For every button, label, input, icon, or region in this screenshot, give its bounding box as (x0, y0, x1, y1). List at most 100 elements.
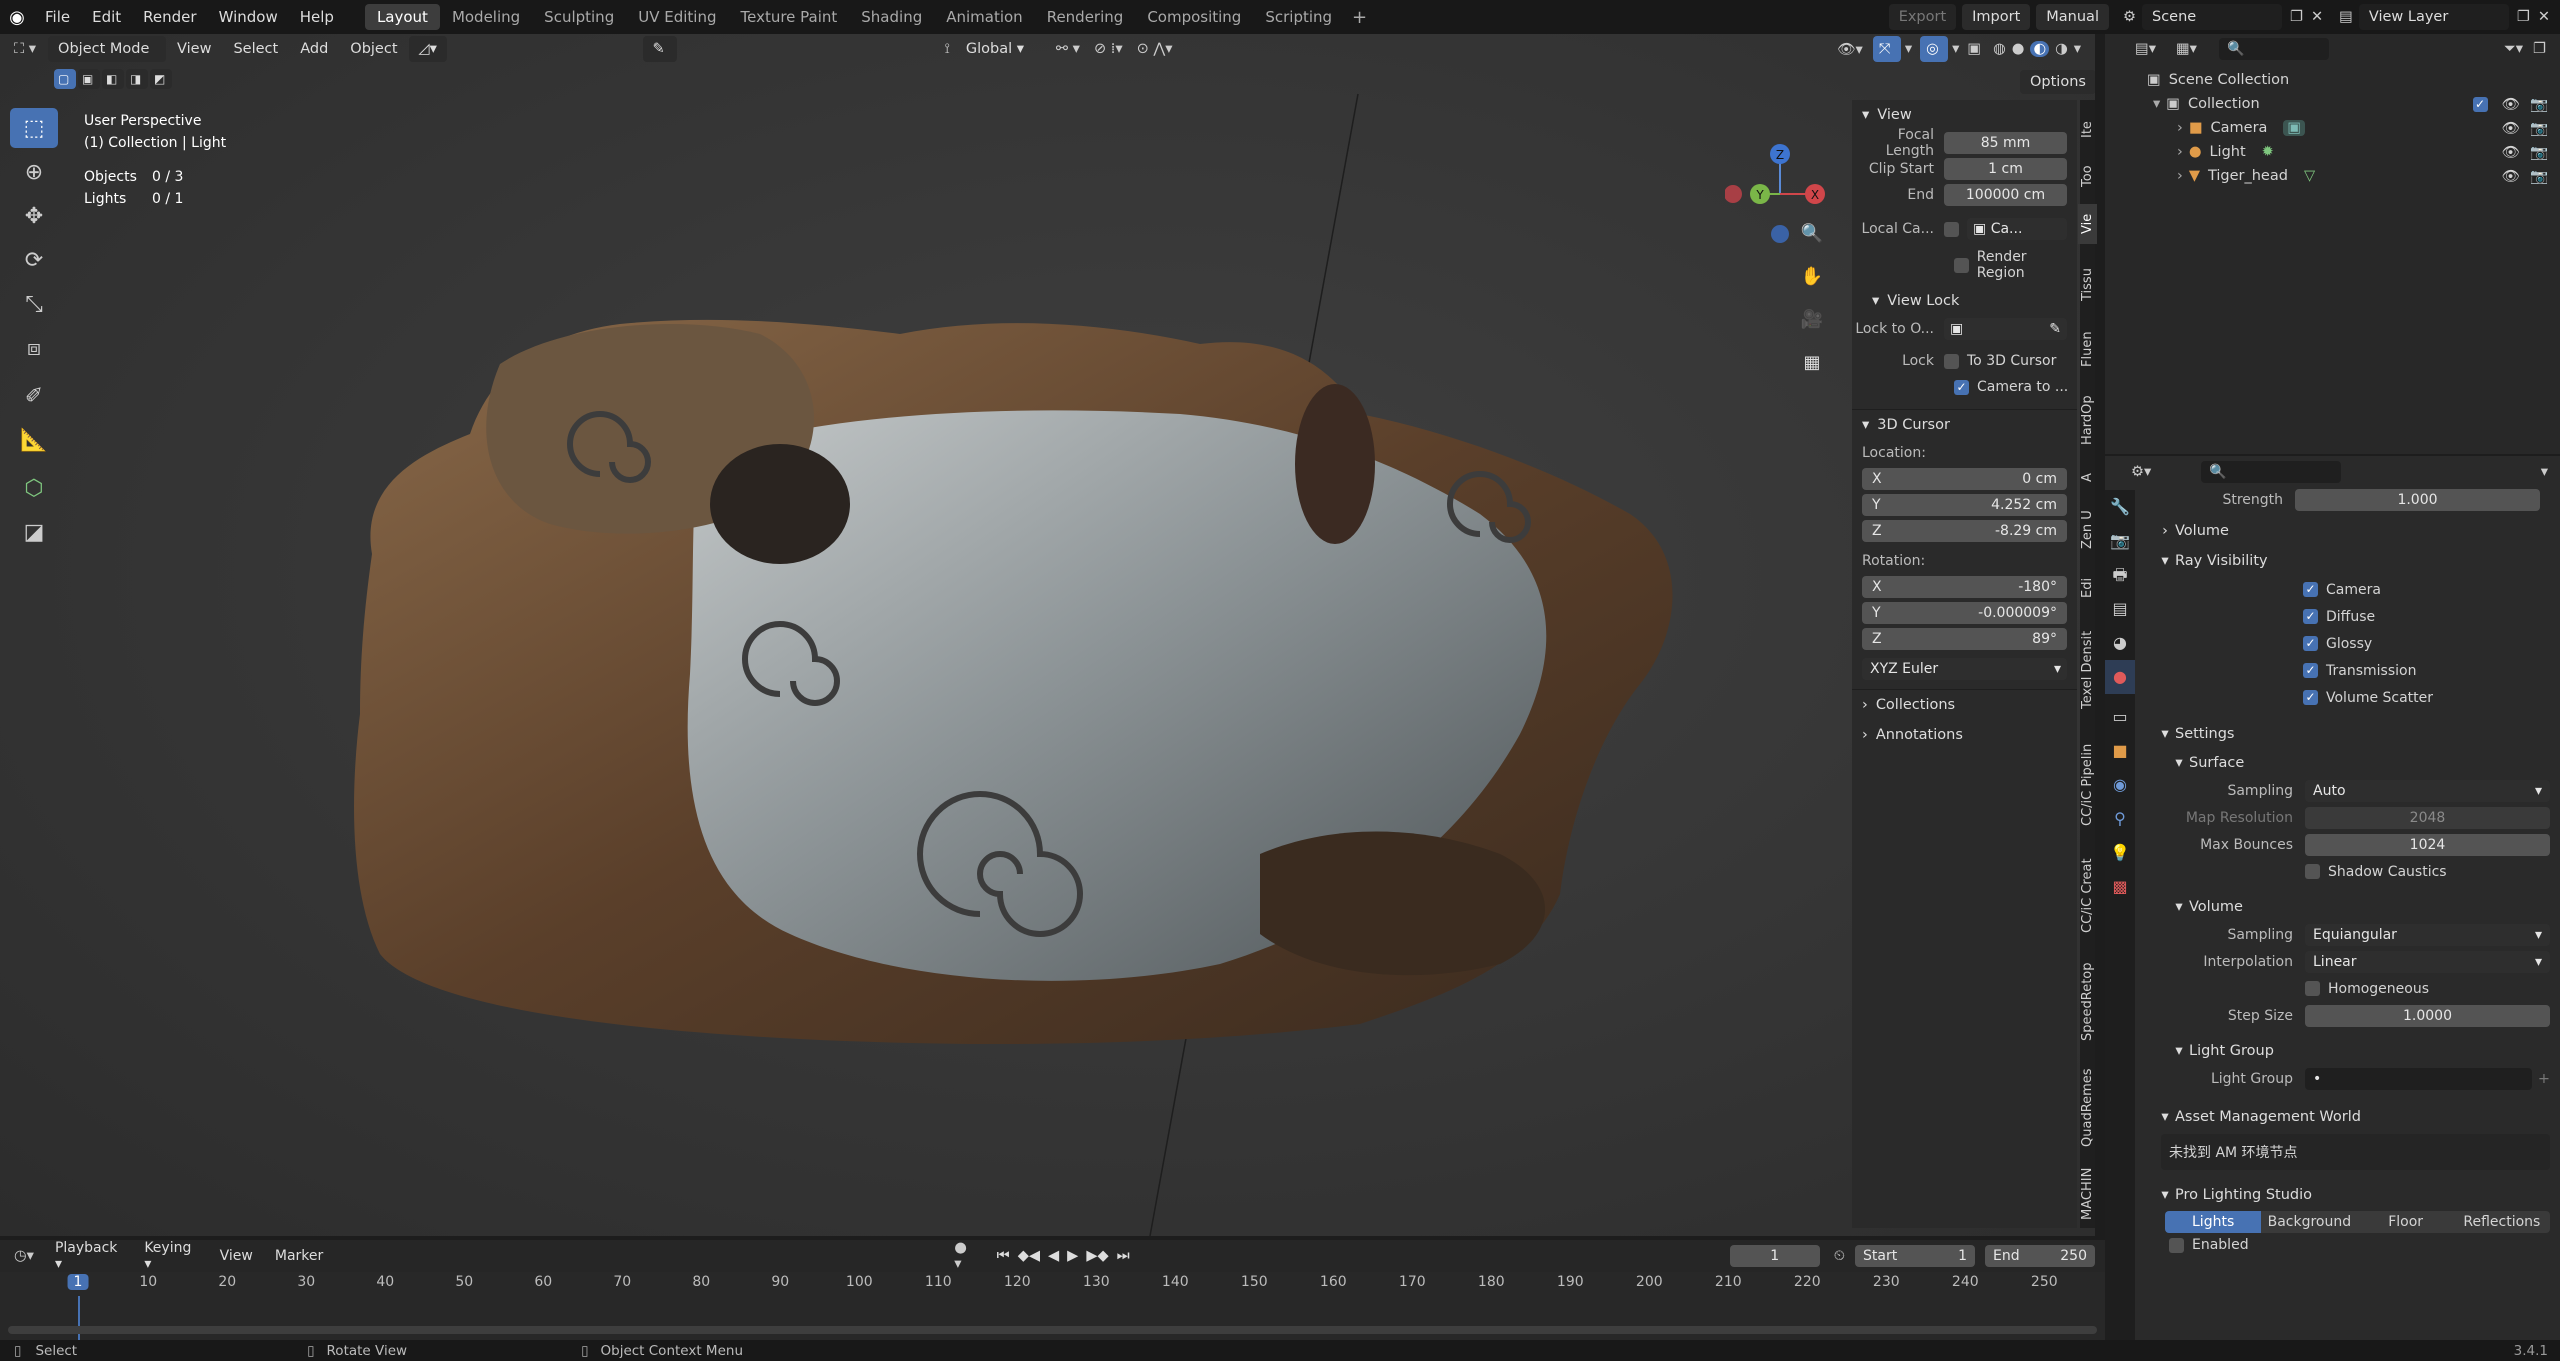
gizmo-menu-icon[interactable]: ▾ (1905, 41, 1912, 57)
outliner-row-collection[interactable]: ▾ ▣ Collection ✓ 👁 📷 (2105, 92, 2560, 116)
view-layer-new-icon[interactable]: ❐ (2517, 9, 2530, 25)
collection-visibility-icon[interactable]: 👁 (2502, 96, 2520, 113)
add-workspace-icon[interactable]: + (1344, 7, 1375, 28)
collection-render-icon[interactable]: 📷 (2530, 96, 2548, 113)
light-render-icon[interactable]: 📷 (2530, 144, 2548, 161)
3d-cursor-section-header[interactable]: ▾ 3D Cursor (1852, 410, 2077, 440)
jump-keyframe-forward-icon[interactable]: ▶◆ (1086, 1248, 1108, 1264)
scene-render[interactable] (0, 34, 1840, 1236)
pls-tab-background[interactable]: Background (2261, 1211, 2358, 1233)
texture-props-tab-icon[interactable]: ▩ (2105, 870, 2135, 904)
view-layer-delete-icon[interactable]: ✕ (2538, 9, 2550, 25)
workspace-tab-modeling[interactable]: Modeling (440, 4, 532, 30)
view-layer-props-tab-icon[interactable]: ▤ (2105, 592, 2135, 626)
outliner-display-mode-icon[interactable]: ▦▾ (2176, 41, 2197, 57)
cursor-location-z-field[interactable]: Z -8.29 cm (1862, 520, 2067, 542)
timeline-scrollbar[interactable] (8, 1326, 2097, 1334)
menu-file[interactable]: File (34, 8, 81, 26)
rendered-shading-icon[interactable]: ◑ (2055, 41, 2068, 57)
render-region-checkbox[interactable] (1954, 257, 1969, 273)
workspace-tab-uv-editing[interactable]: UV Editing (626, 4, 728, 30)
step-size-field[interactable]: 1.0000 (2305, 1004, 2550, 1027)
camera-data-icon[interactable]: ▣ (2283, 120, 2306, 136)
light-visibility-icon[interactable]: 👁 (2502, 144, 2520, 161)
visibility-icon[interactable]: 👁▾ (1837, 41, 1863, 58)
sidebar-tab-view[interactable]: Vie (2078, 204, 2097, 244)
timeline-editor-type-icon[interactable]: ◷▾ (14, 1248, 34, 1264)
collection-props-tab-icon[interactable]: ▭ (2105, 700, 2135, 734)
keying-menu[interactable]: Keying ▾ (133, 1240, 208, 1272)
render-props-tab-icon[interactable]: 📷 (2105, 524, 2135, 558)
surface-sampling-dropdown[interactable]: Auto ▾ (2305, 779, 2550, 802)
pro-lighting-studio-panel-header[interactable]: ▾ Pro Lighting Studio (2155, 1180, 2560, 1210)
annotations-section-header[interactable]: › Annotations (1852, 720, 2077, 750)
new-collection-icon[interactable]: ❐ (2533, 41, 2546, 57)
ray-transmission-checkbox[interactable]: ✓ (2303, 663, 2318, 678)
options-button[interactable]: Options ▾ (2020, 70, 2095, 114)
overlay-menu-icon[interactable]: ▾ (1952, 41, 1959, 57)
gizmo-toggle-icon[interactable]: ⤧ (1872, 36, 1901, 62)
output-props-tab-icon[interactable]: 🖶 (2105, 558, 2135, 592)
workspace-tab-scripting[interactable]: Scripting (1253, 4, 1344, 30)
collections-section-header[interactable]: › Collections (1852, 690, 2077, 720)
jump-end-icon[interactable]: ⏭ (1117, 1248, 1130, 1264)
local-camera-checkbox[interactable] (1944, 221, 1959, 237)
view-layer-selector[interactable]: View Layer (2358, 4, 2509, 30)
world-props-tab-icon[interactable]: ● (2105, 660, 2135, 694)
asset-management-panel-header[interactable]: ▾ Asset Management World (2155, 1102, 2560, 1132)
light-data-icon[interactable]: ✹ (2262, 144, 2274, 160)
outliner-editor-type-icon[interactable]: ▤▾ (2135, 41, 2156, 57)
sidebar-tab-a[interactable]: A (2078, 466, 2097, 490)
menu-edit[interactable]: Edit (81, 8, 132, 26)
camera-visibility-icon[interactable]: 👁 (2502, 120, 2520, 137)
sidebar-tab-tissue[interactable]: Tissu (2078, 260, 2097, 310)
grid-ortho-icon[interactable]: ▦ (1797, 341, 1827, 384)
sidebar-tab-fluent[interactable]: Fluen (2078, 324, 2097, 374)
menu-help[interactable]: Help (289, 8, 345, 26)
sidebar-tab-cc-pipeline[interactable]: CC/iC Pipelin (2078, 730, 2097, 840)
marker-menu[interactable]: Marker (264, 1248, 334, 1264)
ray-diffuse-checkbox[interactable]: ✓ (2303, 609, 2318, 624)
workspace-tab-sculpting[interactable]: Sculpting (532, 4, 626, 30)
playback-menu[interactable]: Playback ▾ (44, 1240, 133, 1272)
preview-range-icon[interactable]: ⏲ (1834, 1248, 1845, 1264)
light-group-field[interactable]: • (2305, 1067, 2532, 1090)
strength-field[interactable]: 1.000 (2295, 489, 2540, 511)
local-camera-field[interactable]: ▣ Ca... (1967, 218, 2067, 240)
light-data-props-tab-icon[interactable]: 💡 (2105, 836, 2135, 870)
interpolation-dropdown[interactable]: Linear ▾ (2305, 950, 2550, 973)
auto-keying-icon[interactable]: ● ▾ (954, 1240, 976, 1272)
menu-window[interactable]: Window (208, 8, 289, 26)
scene-selector[interactable]: Scene (2141, 4, 2282, 30)
light-group-add-icon[interactable]: + (2538, 1071, 2550, 1087)
volume-subpanel-header[interactable]: ▾ Volume (2155, 893, 2560, 921)
mesh-data-icon[interactable]: ▽ (2304, 168, 2315, 184)
camera-to-view-checkbox[interactable]: ✓ (1954, 379, 1969, 395)
cursor-location-x-field[interactable]: X0 cm (1862, 468, 2067, 490)
outliner-filter-icon[interactable]: ⏷▾ (2504, 41, 2523, 57)
workspace-tab-compositing[interactable]: Compositing (1135, 4, 1253, 30)
outliner-search-input[interactable]: 🔍 (2218, 38, 2329, 60)
sidebar-tab-item[interactable]: Ite (2078, 110, 2097, 150)
map-resolution-field[interactable]: 2048 (2305, 806, 2550, 829)
export-button[interactable]: Export (1888, 4, 1957, 30)
wireframe-shading-icon[interactable]: ◍ (1993, 41, 2006, 57)
sidebar-tab-quadremesher[interactable]: QuadRemes (2078, 1058, 2097, 1158)
to-3d-cursor-checkbox[interactable] (1944, 353, 1959, 369)
view-layer-icon[interactable]: ▤ (2339, 9, 2353, 25)
start-frame-field[interactable]: Start 1 (1855, 1245, 1975, 1267)
timeline-ruler[interactable]: 1 10 20 30 40 50 60 70 80 90 100 110 120 130 140 150 160… (0, 1272, 2105, 1340)
ray-camera-checkbox[interactable]: ✓ (2303, 582, 2318, 597)
camera-render-icon[interactable]: 📷 (2530, 120, 2548, 137)
lock-eyedropper-icon[interactable]: ✎ (2049, 318, 2061, 340)
scene-props-tab-icon[interactable]: ◕ (2105, 626, 2135, 660)
workspace-tab-rendering[interactable]: Rendering (1035, 4, 1136, 30)
cursor-rotation-z-field[interactable]: Z 89° (1862, 628, 2067, 650)
volume-sampling-dropdown[interactable]: Equiangular ▾ (2305, 923, 2550, 946)
ray-volume-scatter-checkbox[interactable]: ✓ (2303, 690, 2318, 705)
end-frame-field[interactable]: End 250 (1985, 1245, 2095, 1267)
object-props-tab-icon[interactable]: ■ (2105, 734, 2135, 768)
sidebar-tab-cc-creator[interactable]: CC/iC Creat (2078, 846, 2097, 946)
xray-toggle-icon[interactable]: ▣ (1967, 41, 1981, 57)
import-button[interactable]: Import (1962, 4, 2031, 30)
